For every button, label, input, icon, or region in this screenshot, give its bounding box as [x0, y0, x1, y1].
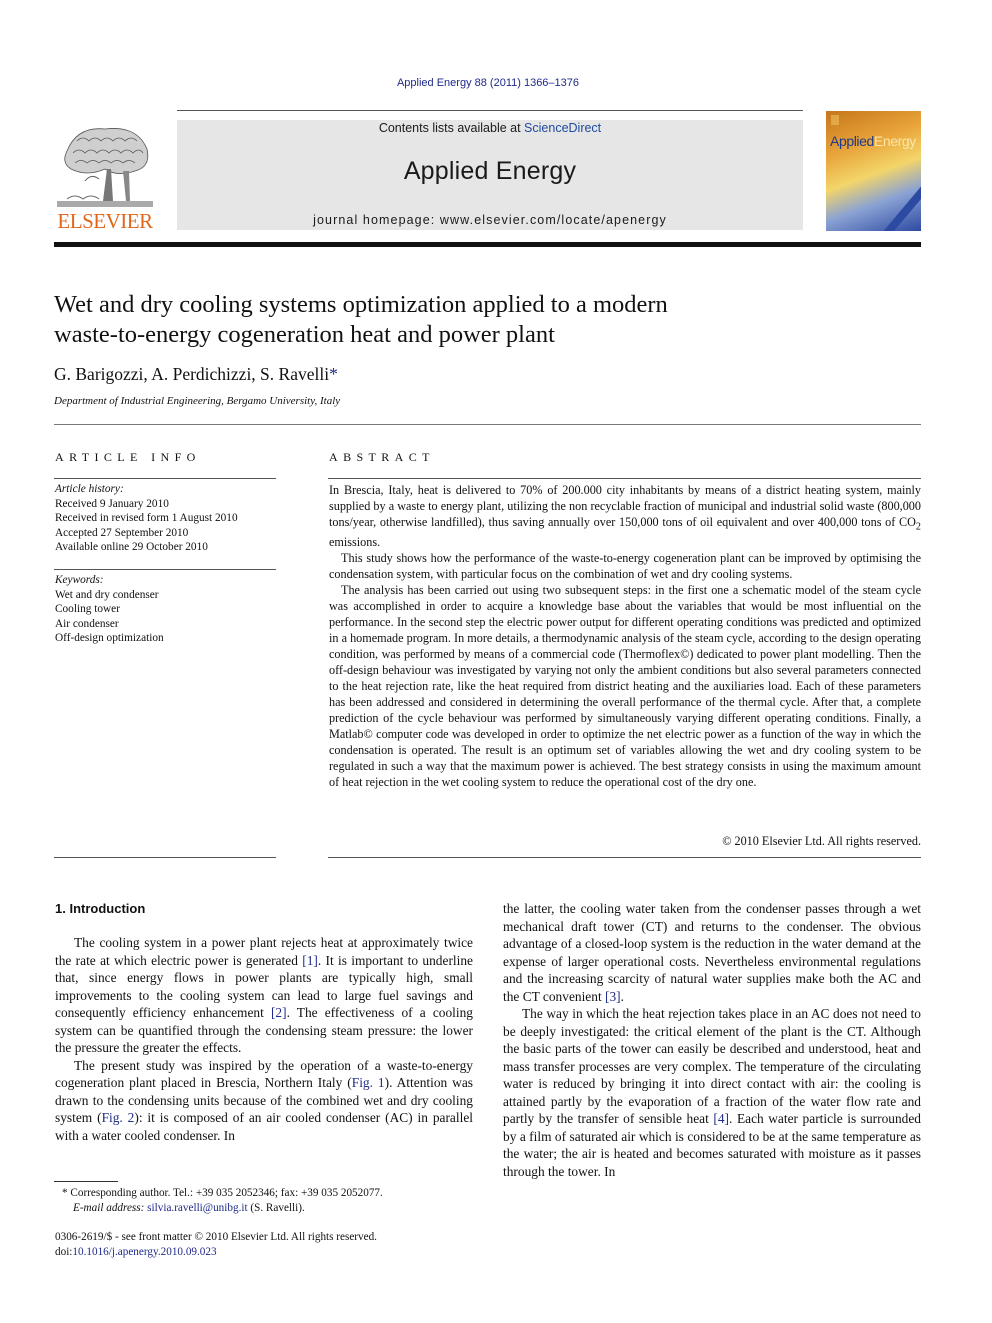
citation-link[interactable]: [1]	[302, 953, 318, 968]
front-matter: 0306-2619/$ - see front matter © 2010 El…	[55, 1230, 377, 1259]
body-column-left: The cooling system in a power plant reje…	[55, 934, 473, 1144]
abstract-rule	[328, 478, 921, 479]
corresponding-author-link[interactable]: *	[329, 364, 338, 384]
abstract-copyright: © 2010 Elsevier Ltd. All rights reserved…	[722, 834, 921, 848]
journal-name: Applied Energy	[403, 157, 577, 185]
masthead-rule	[54, 242, 921, 247]
keyword-item: Air condenser	[55, 617, 119, 630]
abstract-text: In Brescia, Italy, heat is delivered to …	[329, 483, 921, 529]
body-paragraph: The cooling system in a power plant reje…	[55, 934, 473, 1057]
abstract-paragraph: In Brescia, Italy, heat is delivered to …	[329, 483, 921, 551]
body-paragraph: The way in which the heat rejection take…	[503, 1005, 921, 1180]
article-history: Article history: Received 9 January 2010…	[55, 482, 238, 555]
journal-masthead: Contents lists available at ScienceDirec…	[177, 120, 803, 230]
citation-link[interactable]: [2]	[271, 1005, 287, 1020]
figure-link[interactable]: Fig. 1	[352, 1075, 385, 1090]
email-label: E-mail address:	[73, 1201, 145, 1214]
cover-title-energy: Energy	[873, 133, 916, 149]
history-label: Article history:	[55, 483, 124, 495]
body-paragraph: the latter, the cooling water taken from…	[503, 900, 921, 1005]
footnote-email: E-mail address: silvia.ravelli@unibg.it …	[62, 1201, 482, 1216]
body-paragraph: The present study was inspired by the op…	[55, 1057, 473, 1145]
doi-prefix: doi:	[55, 1245, 73, 1258]
footnote-contact-text: Corresponding author. Tel.: +39 035 2052…	[67, 1187, 383, 1199]
info-rule	[54, 478, 276, 479]
elsevier-logo[interactable]: ELSEVIER	[54, 121, 156, 233]
elsevier-wordmark: ELSEVIER	[57, 209, 153, 233]
cover-title-applied: Applied	[830, 133, 874, 149]
tree-icon	[57, 128, 153, 207]
body-text: the latter, the cooling water taken from…	[503, 901, 921, 1004]
journal-cover-image[interactable]: AppliedEnergy	[826, 111, 921, 231]
article-title: Wet and dry cooling systems optimization…	[54, 290, 814, 350]
history-item: Available online 29 October 2010	[55, 541, 208, 553]
journal-reference[interactable]: Applied Energy 88 (2011) 1366–1376	[0, 77, 976, 89]
sciencedirect-link[interactable]: ScienceDirect	[524, 121, 601, 135]
body-text: The way in which the heat rejection take…	[503, 1006, 921, 1126]
abstract-body: In Brescia, Italy, heat is delivered to …	[329, 483, 921, 791]
doi-link[interactable]: 10.1016/j.apenergy.2010.09.023	[72, 1246, 216, 1258]
cover-title: AppliedEnergy	[830, 133, 916, 149]
figure-link[interactable]: Fig. 2	[102, 1110, 135, 1125]
body-text: .	[620, 988, 625, 1004]
abstract-heading: ABSTRACT	[329, 450, 435, 464]
abstract-text: emissions.	[329, 535, 381, 550]
history-item: Received 9 January 2010	[55, 497, 169, 510]
citation-link[interactable]: [4]	[713, 1111, 729, 1126]
keyword-item: Off-design optimization	[55, 632, 164, 644]
history-item: Accepted 27 September 2010	[55, 526, 189, 539]
co2-subscript: 2	[915, 521, 921, 533]
authors-text: G. Barigozzi, A. Perdichizzi, S. Ravelli	[54, 364, 330, 384]
header-rule	[177, 110, 803, 111]
info-rule	[54, 857, 276, 858]
title-line-1: Wet and dry cooling systems optimization…	[54, 291, 668, 318]
history-item: Received in revised form 1 August 2010	[55, 512, 238, 524]
contents-prefix: Contents lists available at	[378, 121, 525, 135]
footnote: * Corresponding author. Tel.: +39 035 20…	[62, 1186, 482, 1215]
body-column-right: the latter, the cooling water taken from…	[503, 900, 921, 1180]
section-heading-introduction: 1. Introduction	[55, 901, 146, 916]
contents-line: Contents lists available at ScienceDirec…	[177, 121, 803, 135]
keyword-item: Cooling tower	[55, 603, 120, 615]
keywords-label: Keywords:	[55, 574, 104, 586]
author-list: G. Barigozzi, A. Perdichizzi, S. Ravelli…	[54, 364, 338, 385]
keyword-item: Wet and dry condenser	[55, 588, 159, 601]
doi-line: doi:10.1016/j.apenergy.2010.09.023	[55, 1245, 377, 1260]
article-info-heading: ARTICLE INFO	[55, 450, 201, 464]
abstract-paragraph: This study shows how the performance of …	[329, 551, 921, 582]
abstract-paragraph: The analysis has been carried out using …	[329, 583, 921, 789]
affiliation-rule	[54, 424, 921, 425]
footnote-contact: * Corresponding author. Tel.: +39 035 20…	[62, 1186, 482, 1201]
cover-emblem-icon	[831, 115, 839, 125]
keywords: Keywords: Wet and dry condenser Cooling …	[55, 573, 164, 646]
citation-link[interactable]: [3]	[605, 989, 621, 1004]
journal-homepage-link[interactable]: journal homepage: www.elsevier.com/locat…	[177, 213, 803, 227]
footnote-rule	[54, 1181, 118, 1182]
abstract-rule	[328, 857, 921, 858]
title-line-2: waste-to-energy cogeneration heat and po…	[54, 321, 555, 348]
affiliation: Department of Industrial Engineering, Be…	[54, 395, 341, 407]
issn-line: 0306-2619/$ - see front matter © 2010 El…	[55, 1231, 377, 1243]
email-suffix: (S. Ravelli).	[247, 1201, 305, 1214]
cover-band	[878, 183, 921, 231]
email-link[interactable]: silvia.ravelli@unibg.it	[147, 1202, 247, 1214]
info-rule	[54, 569, 276, 570]
